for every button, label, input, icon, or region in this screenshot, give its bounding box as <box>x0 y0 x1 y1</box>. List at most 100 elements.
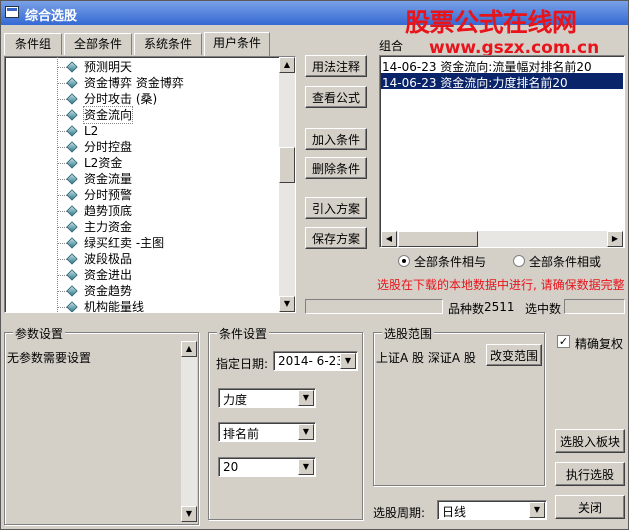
tree-item-label: 资金趋势 <box>84 284 133 298</box>
scroll-right-icon[interactable]: ▶ <box>607 231 623 247</box>
import-plan-button[interactable]: 引入方案 <box>305 197 367 219</box>
formula-icon <box>66 237 78 249</box>
execute-button[interactable]: 执行选股 <box>555 462 625 486</box>
tree-item-label: L2 <box>84 124 99 138</box>
change-range-button[interactable]: 改变范围 <box>486 344 542 366</box>
date-picker[interactable]: 2014- 6-23 ▼ <box>273 351 358 371</box>
formula-icon <box>66 157 78 169</box>
formula-icon <box>66 189 78 201</box>
date-label: 指定日期: <box>216 357 269 371</box>
params-text: 无参数需要设置 <box>7 351 92 365</box>
period-dropdown[interactable]: 日线 ▼ <box>437 500 547 520</box>
logic-and-label: 全部条件相与 <box>414 255 487 269</box>
tree-item-label: 资金流量 <box>84 172 133 186</box>
tree-item-label: 资金博弈 资金博弈 <box>84 76 184 90</box>
stock-selector-window: 综合选股 股票公式在线网 www.gszx.com.cn 条件组 全部条件 系统… <box>0 0 629 530</box>
scroll-thumb[interactable] <box>279 147 295 183</box>
formula-icon <box>66 221 78 233</box>
tree-item-label: 分时控盘 <box>84 140 133 154</box>
rank-value: 排名前 <box>223 427 260 441</box>
combo-list[interactable]: 14-06-23 资金流向:流量幅对排名前20 14-06-23 资金流向:力度… <box>379 55 625 248</box>
window-title: 综合选股 <box>25 9 78 24</box>
condition-tree[interactable]: 预测明天资金博弈 资金博弈 分时攻击 (桑) 资金流向 L2 分时控盘 L2资金资金流量分… <box>4 56 296 313</box>
view-formula-button[interactable]: 查看公式 <box>305 86 367 108</box>
date-value: 2014- 6-23 <box>278 354 344 368</box>
formula-icon <box>66 125 78 137</box>
range-title: 选股范围 <box>382 325 435 342</box>
tree-item-label: 绿买红卖 -主图 <box>84 236 165 250</box>
tree-item-label: 趋势顶底 <box>84 204 133 218</box>
tree-item-label: 资金进出 <box>84 268 133 282</box>
close-button[interactable]: 关闭 <box>555 495 625 519</box>
scroll-up-icon[interactable]: ▲ <box>279 57 295 73</box>
tree-item-label: 分时预警 <box>84 188 133 202</box>
tree-item-label: 主力资金 <box>84 220 133 234</box>
number-dropdown[interactable]: 20 ▼ <box>218 457 316 477</box>
logic-and-radio[interactable] <box>398 255 410 267</box>
scroll-down-icon[interactable]: ▼ <box>279 296 295 312</box>
progress-bar <box>305 299 443 314</box>
period-label: 选股周期: <box>373 506 426 520</box>
tab-system-conditions[interactable]: 系统条件 <box>134 33 202 55</box>
logic-or-radio[interactable] <box>513 255 525 267</box>
period-value: 日线 <box>442 505 467 519</box>
selected-count-value <box>564 299 625 314</box>
formula-icon <box>66 141 78 153</box>
selected-count-label: 选中数 <box>525 302 562 316</box>
data-notice: 选股在下载的本地数据中进行, 请确保数据完整 <box>377 278 625 292</box>
range-text: 上证A 股 深证A 股 <box>376 351 476 365</box>
usage-notes-button[interactable]: 用法注释 <box>305 55 367 77</box>
formula-icon <box>66 173 78 185</box>
formula-icon <box>66 253 78 265</box>
add-condition-button[interactable]: 加入条件 <box>305 128 367 150</box>
combo-item-selected-text: 14-06-23 资金流向:力度排名前20 <box>382 76 568 90</box>
scroll-left-icon[interactable]: ◀ <box>381 231 397 247</box>
formula-icon <box>66 301 78 312</box>
chevron-down-icon[interactable]: ▼ <box>298 424 314 440</box>
tree-item-label: 分时攻击 (桑) <box>84 92 158 106</box>
formula-icon <box>66 77 78 89</box>
delete-condition-button[interactable]: 删除条件 <box>305 157 367 179</box>
params-vscroll[interactable]: ▲ ▼ <box>181 341 197 522</box>
tree-vscroll[interactable]: ▲ ▼ <box>279 57 295 312</box>
combo-label: 组合 <box>379 39 404 53</box>
tab-all-conditions[interactable]: 全部条件 <box>64 33 132 55</box>
chevron-down-icon[interactable]: ▼ <box>340 353 356 369</box>
tab-user-conditions[interactable]: 用户条件 <box>204 32 270 56</box>
app-icon <box>5 6 19 18</box>
combo-item-selected[interactable]: 14-06-23 资金流向:力度排名前20 <box>381 73 623 90</box>
formula-icon <box>66 285 78 297</box>
logic-or-label: 全部条件相或 <box>529 255 602 269</box>
tree-item-label: 波段极品 <box>84 252 133 266</box>
chevron-down-icon[interactable]: ▼ <box>298 459 314 475</box>
adjust-label: 精确复权 <box>575 337 624 351</box>
params-title: 参数设置 <box>13 325 66 342</box>
count-label: 品种数 <box>448 302 485 316</box>
adjust-checkbox[interactable]: ✓ <box>557 335 570 348</box>
tree-item-label: 资金流向 <box>82 106 134 124</box>
tree-item-label: 预测明天 <box>84 60 133 74</box>
formula-icon <box>66 109 78 121</box>
number-value: 20 <box>223 460 239 474</box>
rank-dropdown[interactable]: 排名前 ▼ <box>218 422 316 442</box>
combo-hscroll[interactable]: ◀ ▶ <box>381 231 623 247</box>
chevron-down-icon[interactable]: ▼ <box>298 390 314 406</box>
watermark-title: 股票公式在线网 <box>405 8 577 37</box>
indicator-value: 力度 <box>223 393 248 407</box>
scroll-down-icon[interactable]: ▼ <box>181 506 197 522</box>
hscroll-thumb[interactable] <box>398 231 478 247</box>
tree-item-label: L2资金 <box>84 156 123 170</box>
scroll-up-icon[interactable]: ▲ <box>181 341 197 357</box>
cond-title: 条件设置 <box>217 325 270 342</box>
params-group: 参数设置 无参数需要设置 ▲ ▼ <box>4 325 199 525</box>
tab-condition-group[interactable]: 条件组 <box>4 33 62 55</box>
save-plan-button[interactable]: 保存方案 <box>305 227 367 249</box>
count-value: 2511 <box>484 300 515 314</box>
chevron-down-icon[interactable]: ▼ <box>529 502 545 518</box>
save-to-block-button[interactable]: 选股入板块 <box>555 429 625 453</box>
formula-icon <box>66 93 78 105</box>
formula-icon <box>66 61 78 73</box>
tree-item-label: 机构能量线 <box>84 300 145 313</box>
formula-icon <box>66 205 78 217</box>
indicator-dropdown[interactable]: 力度 ▼ <box>218 388 316 408</box>
